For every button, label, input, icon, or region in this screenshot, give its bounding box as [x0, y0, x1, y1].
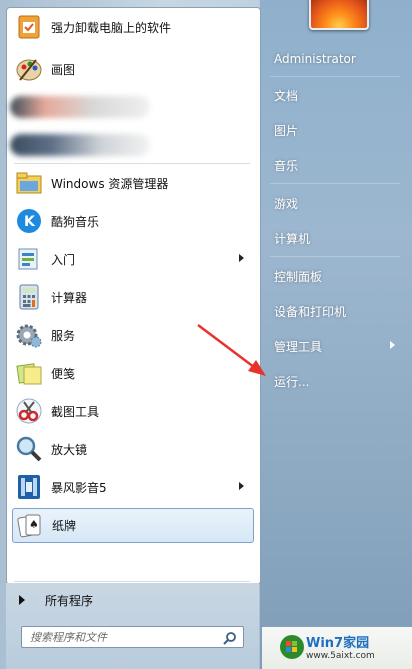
paint-icon: [14, 54, 44, 84]
sticky-notes-icon: [14, 358, 44, 388]
right-item-user[interactable]: Administrator: [274, 52, 356, 66]
watermark-brand: Win7家园: [306, 636, 370, 651]
menu-item-label: 计算器: [51, 290, 88, 305]
menu-item-label: 酷狗音乐: [51, 214, 100, 229]
triangle-right-icon: [19, 595, 25, 605]
chevron-right-icon: [239, 482, 244, 490]
menu-item-getting-started[interactable]: 入门: [12, 242, 254, 276]
menu-item-label: 暴风影音5: [51, 480, 107, 495]
baofeng-icon: [14, 472, 44, 502]
menu-item-services[interactable]: 服务: [12, 318, 254, 352]
search-input[interactable]: [22, 629, 223, 645]
menu-item-label: 入门: [51, 252, 76, 267]
windows-flag-icon: [280, 635, 304, 659]
magnifier-icon: [14, 434, 44, 464]
kugou-icon: K: [14, 206, 44, 236]
user-avatar[interactable]: [309, 0, 369, 30]
menu-item-kugou[interactable]: K 酷狗音乐: [12, 204, 254, 238]
menu-item-sticky-notes[interactable]: 便笺: [12, 356, 254, 390]
menu-item-label: 纸牌: [52, 519, 77, 533]
right-item-music[interactable]: 音乐: [274, 157, 298, 174]
menu-item-explorer[interactable]: Windows 资源管理器: [12, 166, 254, 200]
menu-item-magnifier[interactable]: 放大镜: [12, 432, 254, 466]
svg-text:K: K: [24, 214, 36, 230]
redacted-item: [10, 96, 150, 118]
right-item-pictures[interactable]: 图片: [274, 122, 298, 139]
menu-item-label: 画图: [51, 62, 76, 77]
menu-item-baofeng[interactable]: 暴风影音5: [12, 470, 254, 504]
search-box[interactable]: [21, 626, 244, 648]
right-item-computer[interactable]: 计算机: [274, 230, 310, 247]
calculator-icon: [14, 282, 44, 312]
right-item-run[interactable]: 运行...: [274, 373, 309, 390]
menu-item-label: 放大镜: [51, 442, 88, 457]
right-item-games[interactable]: 游戏: [274, 195, 298, 212]
separator: [270, 183, 400, 184]
right-item-documents[interactable]: 文档: [274, 87, 298, 104]
services-gear-icon: [14, 320, 44, 350]
right-item-control-panel[interactable]: 控制面板: [274, 268, 322, 285]
explorer-folder-icon: [14, 168, 44, 198]
chevron-right-icon: [390, 341, 395, 349]
redacted-item: [10, 134, 150, 156]
all-programs-button[interactable]: 所有程序: [12, 588, 254, 612]
separator: [270, 256, 400, 257]
search-icon[interactable]: [223, 630, 237, 645]
menu-item-label: Windows 资源管理器: [51, 176, 169, 191]
menu-item-label: 强力卸载电脑上的软件: [51, 20, 172, 35]
menu-item-label: 便笺: [51, 366, 76, 381]
menu-item-snipping-tool[interactable]: 截图工具: [12, 394, 254, 428]
uninstaller-icon: [14, 12, 44, 42]
all-programs-label: 所有程序: [45, 593, 94, 608]
chevron-right-icon: [239, 254, 244, 262]
menu-item-uninstaller[interactable]: 强力卸载电脑上的软件: [12, 10, 254, 44]
menu-item-label: 截图工具: [51, 404, 100, 419]
separator: [14, 163, 250, 164]
menu-item-solitaire[interactable]: ♠ 纸牌: [12, 508, 254, 543]
menu-item-calculator[interactable]: 计算器: [12, 280, 254, 314]
menu-item-label: 服务: [51, 328, 76, 343]
right-item-admin-tools[interactable]: 管理工具: [274, 338, 322, 355]
watermark-logo: Win7家园 www.5aixt.com: [262, 627, 412, 669]
snipping-tool-icon: [14, 396, 44, 426]
right-item-devices-printers[interactable]: 设备和打印机: [274, 303, 346, 320]
separator: [270, 76, 400, 77]
menu-item-paint[interactable]: 画图: [12, 52, 254, 86]
solitaire-icon: ♠: [15, 511, 45, 541]
separator: [14, 581, 250, 582]
getting-started-icon: [14, 244, 44, 274]
watermark-url: www.5aixt.com: [306, 651, 375, 661]
svg-text:♠: ♠: [29, 518, 39, 531]
